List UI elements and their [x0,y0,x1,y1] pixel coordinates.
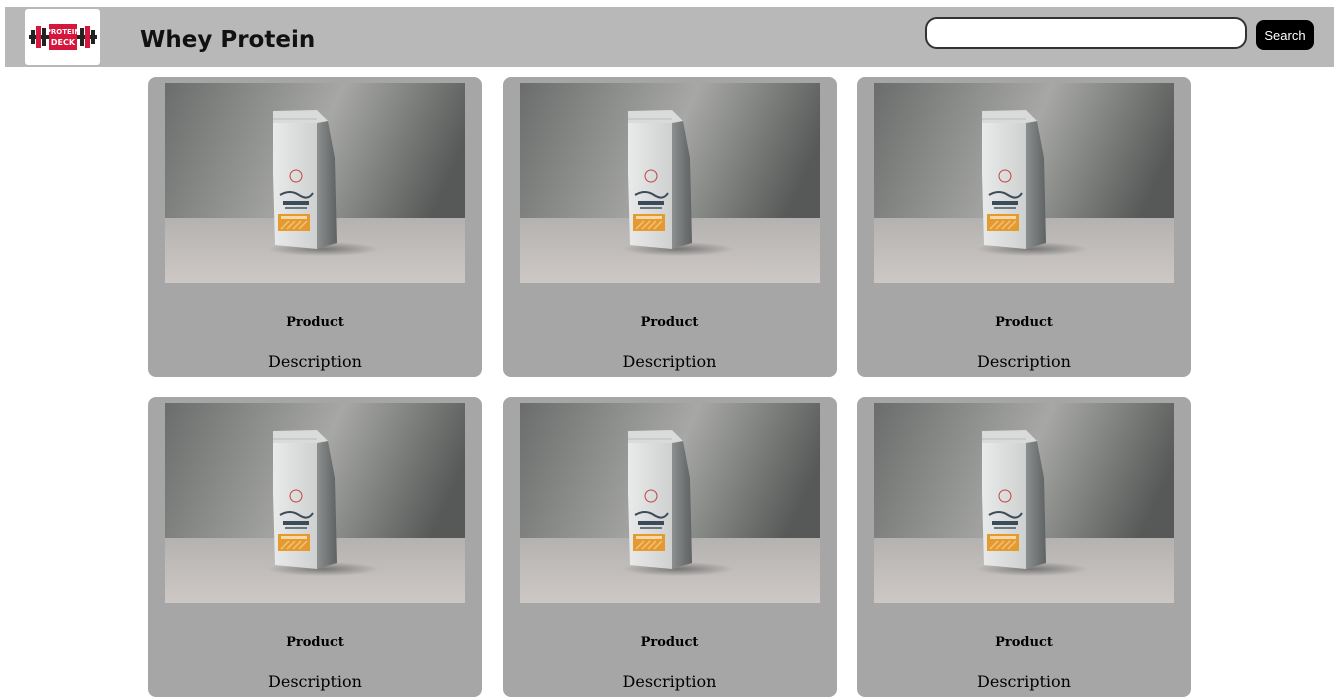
barbell-logo-icon: PROTEIN DECK [28,24,97,50]
product-image [520,403,820,603]
product-card[interactable]: Product Description [502,397,837,697]
product-name: Product [286,635,344,650]
top-bar: PROTEIN DECK Whey Protein Search [5,7,1334,67]
product-description: Description [622,352,717,371]
product-card[interactable]: Product Description [502,77,837,377]
product-name: Product [995,315,1053,330]
search-input[interactable] [925,17,1247,49]
product-name: Product [640,315,699,330]
product-image [520,83,820,283]
product-image [165,403,465,603]
product-image [165,83,465,283]
product-description: Description [977,352,1071,371]
product-description: Description [268,672,362,691]
product-image [874,403,1174,603]
product-description: Description [268,352,362,371]
search-button[interactable]: Search [1256,20,1314,50]
page-title: Whey Protein [140,27,316,53]
product-grid: Product Description Product Description … [148,77,1191,697]
svg-text:DECK: DECK [50,38,75,47]
product-image [874,83,1174,283]
product-description: Description [977,672,1071,691]
svg-text:PROTEIN: PROTEIN [45,28,80,36]
product-name: Product [286,315,344,330]
product-card[interactable]: Product Description [148,77,482,377]
product-card[interactable]: Product Description [857,397,1191,697]
product-card[interactable]: Product Description [148,397,482,697]
protein-deck-logo[interactable]: PROTEIN DECK [25,9,100,65]
product-card[interactable]: Product Description [857,77,1191,377]
product-description: Description [622,672,717,691]
product-name: Product [640,635,699,650]
product-name: Product [995,635,1053,650]
